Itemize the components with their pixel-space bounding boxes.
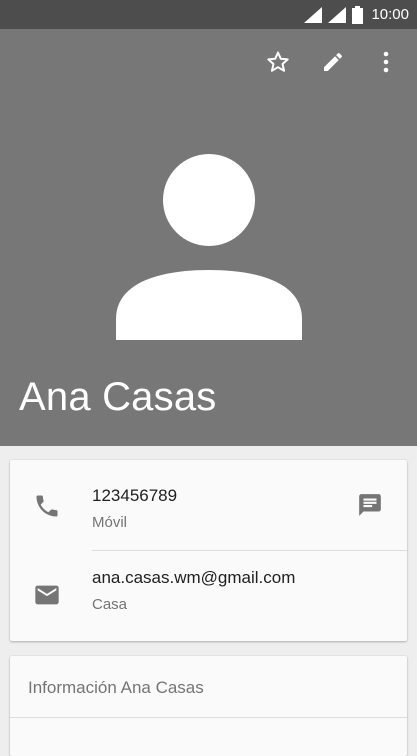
star-outline-icon bbox=[267, 51, 289, 72]
contact-header: Ana Casas bbox=[0, 29, 417, 446]
contact-details-card: 123456789 Móvil ana.casas.wm@gmail.com C… bbox=[10, 460, 407, 641]
status-time: 10:00 bbox=[371, 6, 409, 23]
phone-row[interactable]: 123456789 Móvil bbox=[10, 460, 407, 551]
phone-type: Móvil bbox=[92, 514, 128, 531]
email-row[interactable]: ana.casas.wm@gmail.com Casa bbox=[10, 551, 407, 641]
battery-icon bbox=[352, 5, 364, 24]
contact-name: Ana Casas bbox=[19, 375, 217, 419]
info-card-divider bbox=[10, 717, 407, 718]
phone-icon bbox=[36, 495, 58, 517]
more-options-button[interactable] bbox=[371, 47, 401, 77]
avatar-placeholder-icon bbox=[116, 154, 302, 340]
cell-signal-icon bbox=[328, 6, 347, 23]
wifi-signal-icon bbox=[304, 6, 323, 23]
message-icon[interactable] bbox=[357, 492, 383, 518]
email-icon bbox=[35, 585, 59, 605]
more-vert-icon bbox=[383, 51, 389, 73]
email-type: Casa bbox=[92, 596, 128, 613]
contact-info-card[interactable]: Información Ana Casas bbox=[10, 656, 407, 756]
favorite-button[interactable] bbox=[263, 47, 293, 77]
pencil-icon bbox=[324, 52, 343, 71]
info-card-title: Información Ana Casas bbox=[28, 678, 204, 697]
status-bar: 10:00 bbox=[0, 0, 417, 29]
edit-button[interactable] bbox=[318, 47, 348, 77]
phone-number: 123456789 bbox=[92, 486, 178, 505]
email-address: ana.casas.wm@gmail.com bbox=[92, 568, 296, 587]
